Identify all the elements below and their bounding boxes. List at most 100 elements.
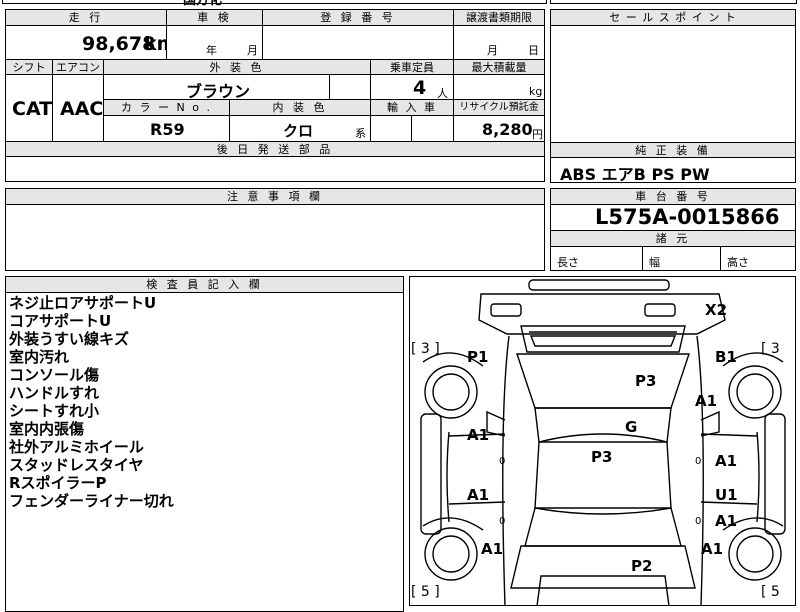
aircon-header: エアコン [52, 59, 104, 75]
color-no-header: カ ラ ー N o . [103, 99, 230, 116]
shift-cell: CAT [5, 74, 53, 142]
front-bumper-bar [528, 279, 670, 291]
fog-lamp-left [490, 303, 522, 317]
inspector-note: ハンドルすれ [9, 384, 100, 402]
max-load-cell: kg [453, 74, 545, 100]
color-no-value: R59 [150, 120, 185, 139]
inspector-notes-list: ネジ止ロアサポートU コアサポートU 外装うすい線キズ 室内汚れ コンソール傷 … [9, 294, 174, 510]
sales-point-cell [550, 25, 796, 143]
door-mark-right-rear: 0 [695, 516, 701, 527]
mark-p3-upper: P3 [635, 372, 656, 390]
transfer-day-label: 日 [528, 44, 539, 57]
inspection-month-label: 月 [247, 44, 258, 57]
recycle-header: リサイクル預託金 [453, 99, 545, 116]
inspector-note: 外装うすい線キズ [9, 330, 130, 348]
inspector-note: RスポイラーP [9, 474, 107, 492]
inspector-cell: ネジ止ロアサポートU コアサポートU 外装うすい線キズ 室内汚れ コンソール傷 … [5, 292, 404, 612]
door-mark-left-rear: 0 [499, 516, 505, 527]
mileage-cell: 98,678 km [5, 25, 176, 60]
tire-tag-front-right: [ 3 [761, 341, 780, 357]
tire-tag-front-left: [ 3 ] [411, 341, 440, 357]
inspector-note: 室内内張傷 [9, 420, 85, 438]
hood-front [520, 325, 686, 353]
inspector-note: 室内汚れ [9, 348, 70, 366]
specs-height-cell: 高さ [720, 246, 796, 271]
inspector-note: フェンダーライナー切れ [9, 492, 174, 510]
rear-hatch [510, 545, 696, 589]
inspection-cell: 年 月 [166, 25, 263, 60]
mark-p2: P2 [631, 557, 652, 575]
interior-color-value: クロ [283, 122, 314, 140]
genuine-equipment-value: ABS エアB PS PW [560, 165, 710, 184]
import-header: 輸 入 車 [370, 99, 454, 116]
tire-tag-rear-right: [ 5 [761, 584, 780, 600]
body-right-edge [696, 335, 704, 606]
mark-g: G [625, 418, 637, 436]
sales-point-header: セ ー ル ス ポ イ ン ト [550, 9, 796, 26]
later-parts-header: 後 日 発 送 部 品 [5, 141, 545, 157]
mark-p3-center: P3 [591, 448, 612, 466]
wheel-rear-left-inner [432, 535, 470, 573]
front-bumper [478, 293, 726, 335]
top-strip-text: 国方化 [183, 0, 223, 8]
exterior-color-extra-cell [329, 74, 371, 100]
max-load-unit: kg [529, 85, 543, 98]
specs-length-label: 長さ [557, 256, 579, 269]
grille [529, 335, 677, 347]
inspection-year-label: 年 [206, 44, 217, 57]
import-cell-b [411, 115, 454, 142]
specs-width-label: 幅 [649, 256, 660, 269]
mark-p1: P1 [467, 348, 488, 366]
capacity-value: 4 [413, 77, 427, 99]
genuine-equipment-cell: ABS エアB PS PW [550, 157, 796, 184]
mirror-left [486, 410, 506, 437]
aircon-cell: AAC [52, 74, 104, 142]
wheel-front-right-inner [736, 373, 774, 411]
inspector-note: コアサポートU [9, 312, 112, 330]
left-side-panel [446, 431, 450, 523]
transfer-month-label: 月 [487, 44, 498, 57]
mark-a1-right-front: A1 [715, 452, 737, 470]
mark-a1-right-bottom: A1 [701, 540, 723, 558]
aircon-value: AAC [60, 98, 104, 120]
transfer-deadline-header: 譲渡書類期限 [453, 9, 545, 26]
door-mark-right-front: 0 [695, 456, 701, 467]
car-diagram-frame: X2 P1 B1 P3 A1 G A1 P3 A1 A1 U1 A1 A1 P2… [409, 276, 796, 606]
genuine-equipment-header: 純 正 装 備 [550, 142, 796, 158]
inspection-header: 車 検 [166, 9, 263, 26]
specs-header: 諸 元 [550, 230, 796, 247]
left-side-strip [420, 413, 442, 535]
interior-color-suffix: 系 [355, 127, 366, 140]
mark-b1: B1 [715, 348, 737, 366]
top-strip-right [550, 0, 797, 4]
tire-tag-rear-left: [ 5 ] [411, 584, 440, 600]
chassis-cell: L575A-0015866 [550, 204, 796, 231]
inspector-note: ネジ止ロアサポートU [9, 294, 157, 312]
exterior-color-cell: ブラウン [103, 74, 330, 101]
interior-color-cell: クロ 系 [229, 115, 371, 142]
shift-value: CAT [12, 98, 53, 120]
roof-front [534, 407, 672, 443]
import-cell-a [370, 115, 412, 142]
shift-header: シフト [5, 59, 53, 75]
notes-header: 注 意 事 項 欄 [5, 188, 545, 205]
registration-cell [262, 25, 454, 60]
mark-a1-left-front: A1 [467, 426, 489, 444]
exterior-color-header: 外 装 色 [103, 59, 371, 75]
rear-bumper [536, 575, 670, 606]
notes-cell [5, 204, 545, 271]
mark-x2: X2 [705, 301, 727, 319]
mileage-header: 走 行 [5, 9, 167, 26]
specs-width-cell: 幅 [642, 246, 721, 271]
capacity-cell: 4 人 [370, 74, 454, 100]
right-side-strip [764, 413, 786, 535]
chassis-header: 車 台 番 号 [550, 188, 796, 205]
inspector-note: 社外アルミホイール [9, 438, 144, 456]
roof [534, 433, 672, 515]
specs-length-cell: 長さ [550, 246, 643, 271]
right-side-panel [756, 431, 760, 523]
fog-lamp-right [644, 303, 676, 317]
inspector-header: 検 査 員 記 入 欄 [5, 276, 404, 293]
wheel-rear-right-inner [736, 535, 774, 573]
recycle-value: 8,280 [482, 120, 533, 139]
